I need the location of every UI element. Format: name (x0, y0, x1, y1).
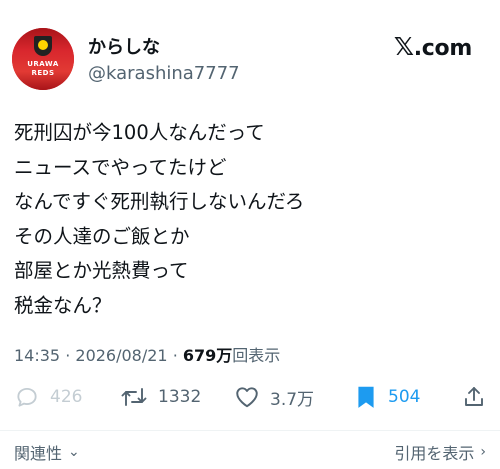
reply-button[interactable]: 426 (14, 380, 82, 414)
views-count[interactable]: 679万 (183, 346, 232, 365)
bookmark-button[interactable]: 504 (354, 380, 420, 414)
tweet-meta: 14:35 · 2026/08/21 · 679万回表示 (14, 342, 280, 366)
display-name[interactable]: からしな (88, 36, 240, 60)
tweet-line: 死刑囚が今100人なんだって (14, 121, 265, 144)
club-crest-icon (34, 36, 52, 56)
x-logo: 𝕏.com (394, 32, 472, 61)
related-sort-button[interactable]: 関連性 ⌄ (14, 440, 80, 464)
bookmark-count: 504 (388, 387, 421, 407)
avatar-text-line2: REDS (31, 69, 55, 77)
like-button[interactable]: 3.7万 (234, 380, 314, 414)
meta-separator: · (172, 346, 178, 365)
share-icon (462, 384, 486, 410)
views-label: 回表示 (232, 346, 281, 365)
tweet-header: URAWA REDS からしな @karashina7777 𝕏.com (12, 28, 472, 92)
divider (0, 430, 500, 431)
tweet-date[interactable]: 2026/08/21 (75, 346, 167, 365)
chevron-right-icon: › (480, 444, 486, 460)
tweet-line: なんですぐ死刑執行しないんだろ (14, 190, 305, 213)
retweet-icon (120, 384, 148, 410)
chevron-down-icon: ⌄ (68, 444, 80, 460)
tweet-line: 税金なん？ (14, 293, 112, 317)
tweet-footer: 関連性 ⌄ 引用を表示 › (14, 440, 486, 464)
retweet-button[interactable]: 1332 (120, 380, 201, 414)
share-button[interactable] (462, 380, 486, 414)
heart-icon (234, 384, 260, 410)
user-names: からしな @karashina7777 (88, 36, 240, 86)
bookmark-icon (354, 384, 378, 410)
meta-separator: · (65, 346, 71, 365)
view-quotes-link[interactable]: 引用を表示 › (394, 440, 486, 464)
action-bar: 426 1332 3.7万 504 (14, 380, 486, 414)
tweet-line: その人達のご飯とか (14, 224, 190, 248)
related-label: 関連性 (14, 444, 63, 463)
reply-count: 426 (50, 387, 83, 407)
reply-icon (14, 384, 40, 410)
tweet-time[interactable]: 14:35 (14, 346, 60, 365)
avatar-text-line1: URAWA (27, 60, 59, 68)
like-count: 3.7万 (270, 389, 315, 410)
x-logo-mark: 𝕏 (393, 32, 414, 61)
user-handle[interactable]: @karashina7777 (88, 62, 240, 86)
tweet-text: 死刑囚が今100人なんだって ニュースでやってたけど なんですぐ死刑執行しないん… (14, 116, 486, 323)
quotes-label: 引用を表示 (394, 444, 475, 463)
tweet-line: ニュースでやってたけど (14, 155, 227, 179)
avatar[interactable]: URAWA REDS (12, 28, 74, 90)
x-logo-suffix: .com (413, 36, 473, 61)
retweet-count: 1332 (158, 387, 202, 407)
tweet-line: 部屋とか光熱費って (14, 259, 189, 282)
